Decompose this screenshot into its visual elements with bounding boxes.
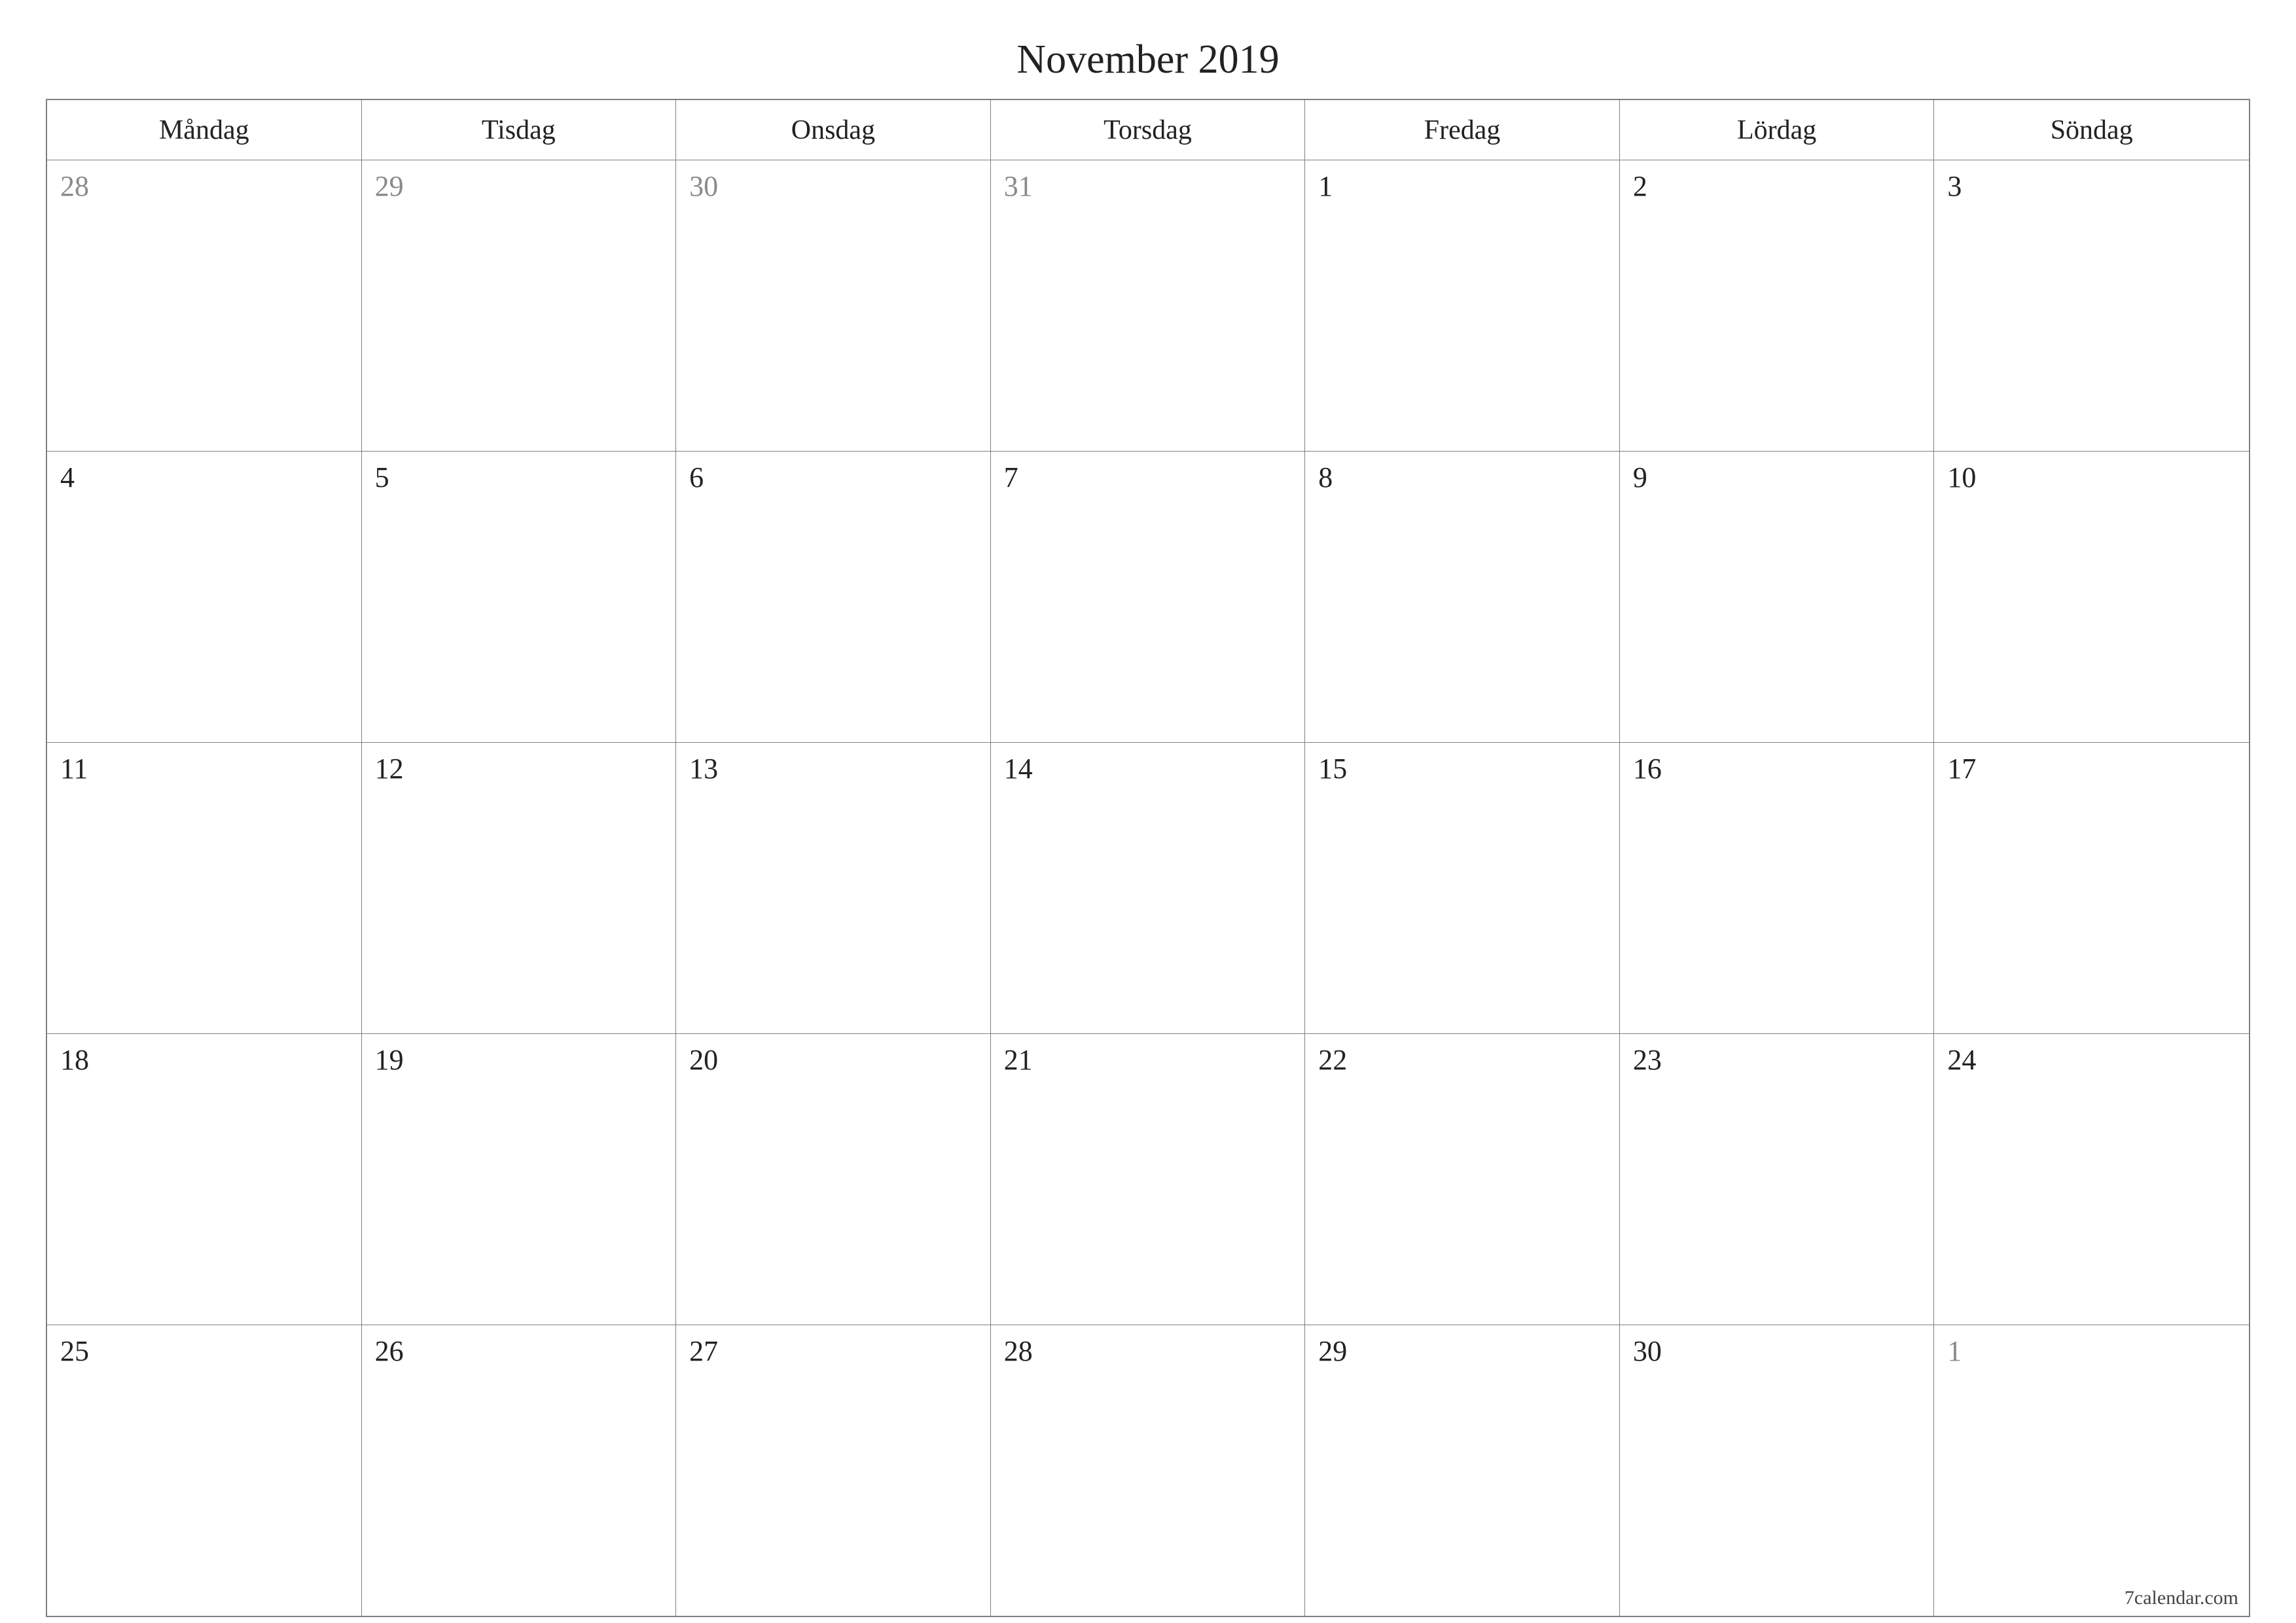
day-cell: 18 bbox=[47, 1034, 362, 1325]
weekday-header: Fredag bbox=[1305, 100, 1620, 160]
weekday-header: Måndag bbox=[47, 100, 362, 160]
week-row: 4 5 6 7 8 9 10 bbox=[47, 452, 2249, 743]
day-cell: 12 bbox=[362, 743, 677, 1033]
day-cell: 10 bbox=[1934, 452, 2249, 742]
footer-credit: 7calendar.com bbox=[2125, 1587, 2238, 1609]
day-cell: 9 bbox=[1620, 452, 1935, 742]
weekday-header: Tisdag bbox=[362, 100, 677, 160]
day-cell: 30 bbox=[676, 160, 991, 451]
weekday-header: Lördag bbox=[1620, 100, 1935, 160]
day-cell: 19 bbox=[362, 1034, 677, 1325]
day-cell: 20 bbox=[676, 1034, 991, 1325]
day-number: 26 bbox=[375, 1335, 404, 1367]
day-number: 29 bbox=[375, 170, 404, 202]
day-number: 10 bbox=[1947, 461, 1976, 493]
day-number: 2 bbox=[1633, 170, 1647, 202]
week-row: 11 12 13 14 15 16 17 bbox=[47, 743, 2249, 1034]
day-number: 22 bbox=[1318, 1044, 1347, 1076]
calendar-page: November 2019 Måndag Tisdag Onsdag Torsd… bbox=[0, 0, 2296, 1623]
weekday-header: Söndag bbox=[1934, 100, 2249, 160]
day-number: 31 bbox=[1004, 170, 1033, 202]
day-cell: 26 bbox=[362, 1325, 677, 1616]
day-number: 15 bbox=[1318, 753, 1347, 785]
weeks-container: 28 29 30 31 1 2 3 4 5 6 7 8 9 10 11 12 1… bbox=[47, 160, 2249, 1616]
day-cell: 27 bbox=[676, 1325, 991, 1616]
day-cell: 13 bbox=[676, 743, 991, 1033]
day-cell: 23 bbox=[1620, 1034, 1935, 1325]
day-cell: 6 bbox=[676, 452, 991, 742]
weekday-header-row: Måndag Tisdag Onsdag Torsdag Fredag Lörd… bbox=[47, 100, 2249, 160]
day-cell: 25 bbox=[47, 1325, 362, 1616]
day-number: 17 bbox=[1947, 753, 1976, 785]
day-number: 21 bbox=[1004, 1044, 1033, 1076]
day-cell: 7 bbox=[991, 452, 1306, 742]
day-cell: 4 bbox=[47, 452, 362, 742]
day-number: 27 bbox=[689, 1335, 718, 1367]
day-cell: 11 bbox=[47, 743, 362, 1033]
day-number: 7 bbox=[1004, 461, 1018, 493]
day-cell: 31 bbox=[991, 160, 1306, 451]
week-row: 18 19 20 21 22 23 24 bbox=[47, 1034, 2249, 1325]
day-cell: 30 bbox=[1620, 1325, 1935, 1616]
day-number: 14 bbox=[1004, 753, 1033, 785]
day-cell: 15 bbox=[1305, 743, 1620, 1033]
day-number: 3 bbox=[1947, 170, 1962, 202]
day-cell: 2 bbox=[1620, 160, 1935, 451]
day-cell: 22 bbox=[1305, 1034, 1620, 1325]
day-number: 4 bbox=[60, 461, 75, 493]
day-cell: 1 bbox=[1305, 160, 1620, 451]
day-number: 12 bbox=[375, 753, 404, 785]
day-number: 20 bbox=[689, 1044, 718, 1076]
day-number: 11 bbox=[60, 753, 88, 785]
day-number: 25 bbox=[60, 1335, 89, 1367]
day-number: 1 bbox=[1947, 1335, 1962, 1367]
day-number: 29 bbox=[1318, 1335, 1347, 1367]
day-number: 24 bbox=[1947, 1044, 1976, 1076]
day-cell: 1 7calendar.com bbox=[1934, 1325, 2249, 1616]
day-cell: 24 bbox=[1934, 1034, 2249, 1325]
day-number: 19 bbox=[375, 1044, 404, 1076]
day-number: 13 bbox=[689, 753, 718, 785]
day-number: 1 bbox=[1318, 170, 1333, 202]
day-number: 16 bbox=[1633, 753, 1662, 785]
weekday-header: Torsdag bbox=[991, 100, 1306, 160]
day-cell: 16 bbox=[1620, 743, 1935, 1033]
page-title: November 2019 bbox=[46, 37, 2250, 83]
weekday-header: Onsdag bbox=[676, 100, 991, 160]
day-number: 30 bbox=[1633, 1335, 1662, 1367]
day-cell: 28 bbox=[47, 160, 362, 451]
day-cell: 5 bbox=[362, 452, 677, 742]
day-cell: 29 bbox=[1305, 1325, 1620, 1616]
day-cell: 21 bbox=[991, 1034, 1306, 1325]
week-row: 25 26 27 28 29 30 1 7calendar.com bbox=[47, 1325, 2249, 1616]
day-cell: 8 bbox=[1305, 452, 1620, 742]
week-row: 28 29 30 31 1 2 3 bbox=[47, 160, 2249, 452]
day-cell: 17 bbox=[1934, 743, 2249, 1033]
day-number: 23 bbox=[1633, 1044, 1662, 1076]
day-number: 28 bbox=[60, 170, 89, 202]
day-cell: 3 bbox=[1934, 160, 2249, 451]
day-cell: 29 bbox=[362, 160, 677, 451]
day-number: 8 bbox=[1318, 461, 1333, 493]
day-cell: 14 bbox=[991, 743, 1306, 1033]
day-number: 5 bbox=[375, 461, 389, 493]
day-number: 18 bbox=[60, 1044, 89, 1076]
day-cell: 28 bbox=[991, 1325, 1306, 1616]
day-number: 28 bbox=[1004, 1335, 1033, 1367]
calendar-grid: Måndag Tisdag Onsdag Torsdag Fredag Lörd… bbox=[46, 99, 2250, 1617]
day-number: 9 bbox=[1633, 461, 1647, 493]
day-number: 6 bbox=[689, 461, 704, 493]
day-number: 30 bbox=[689, 170, 718, 202]
